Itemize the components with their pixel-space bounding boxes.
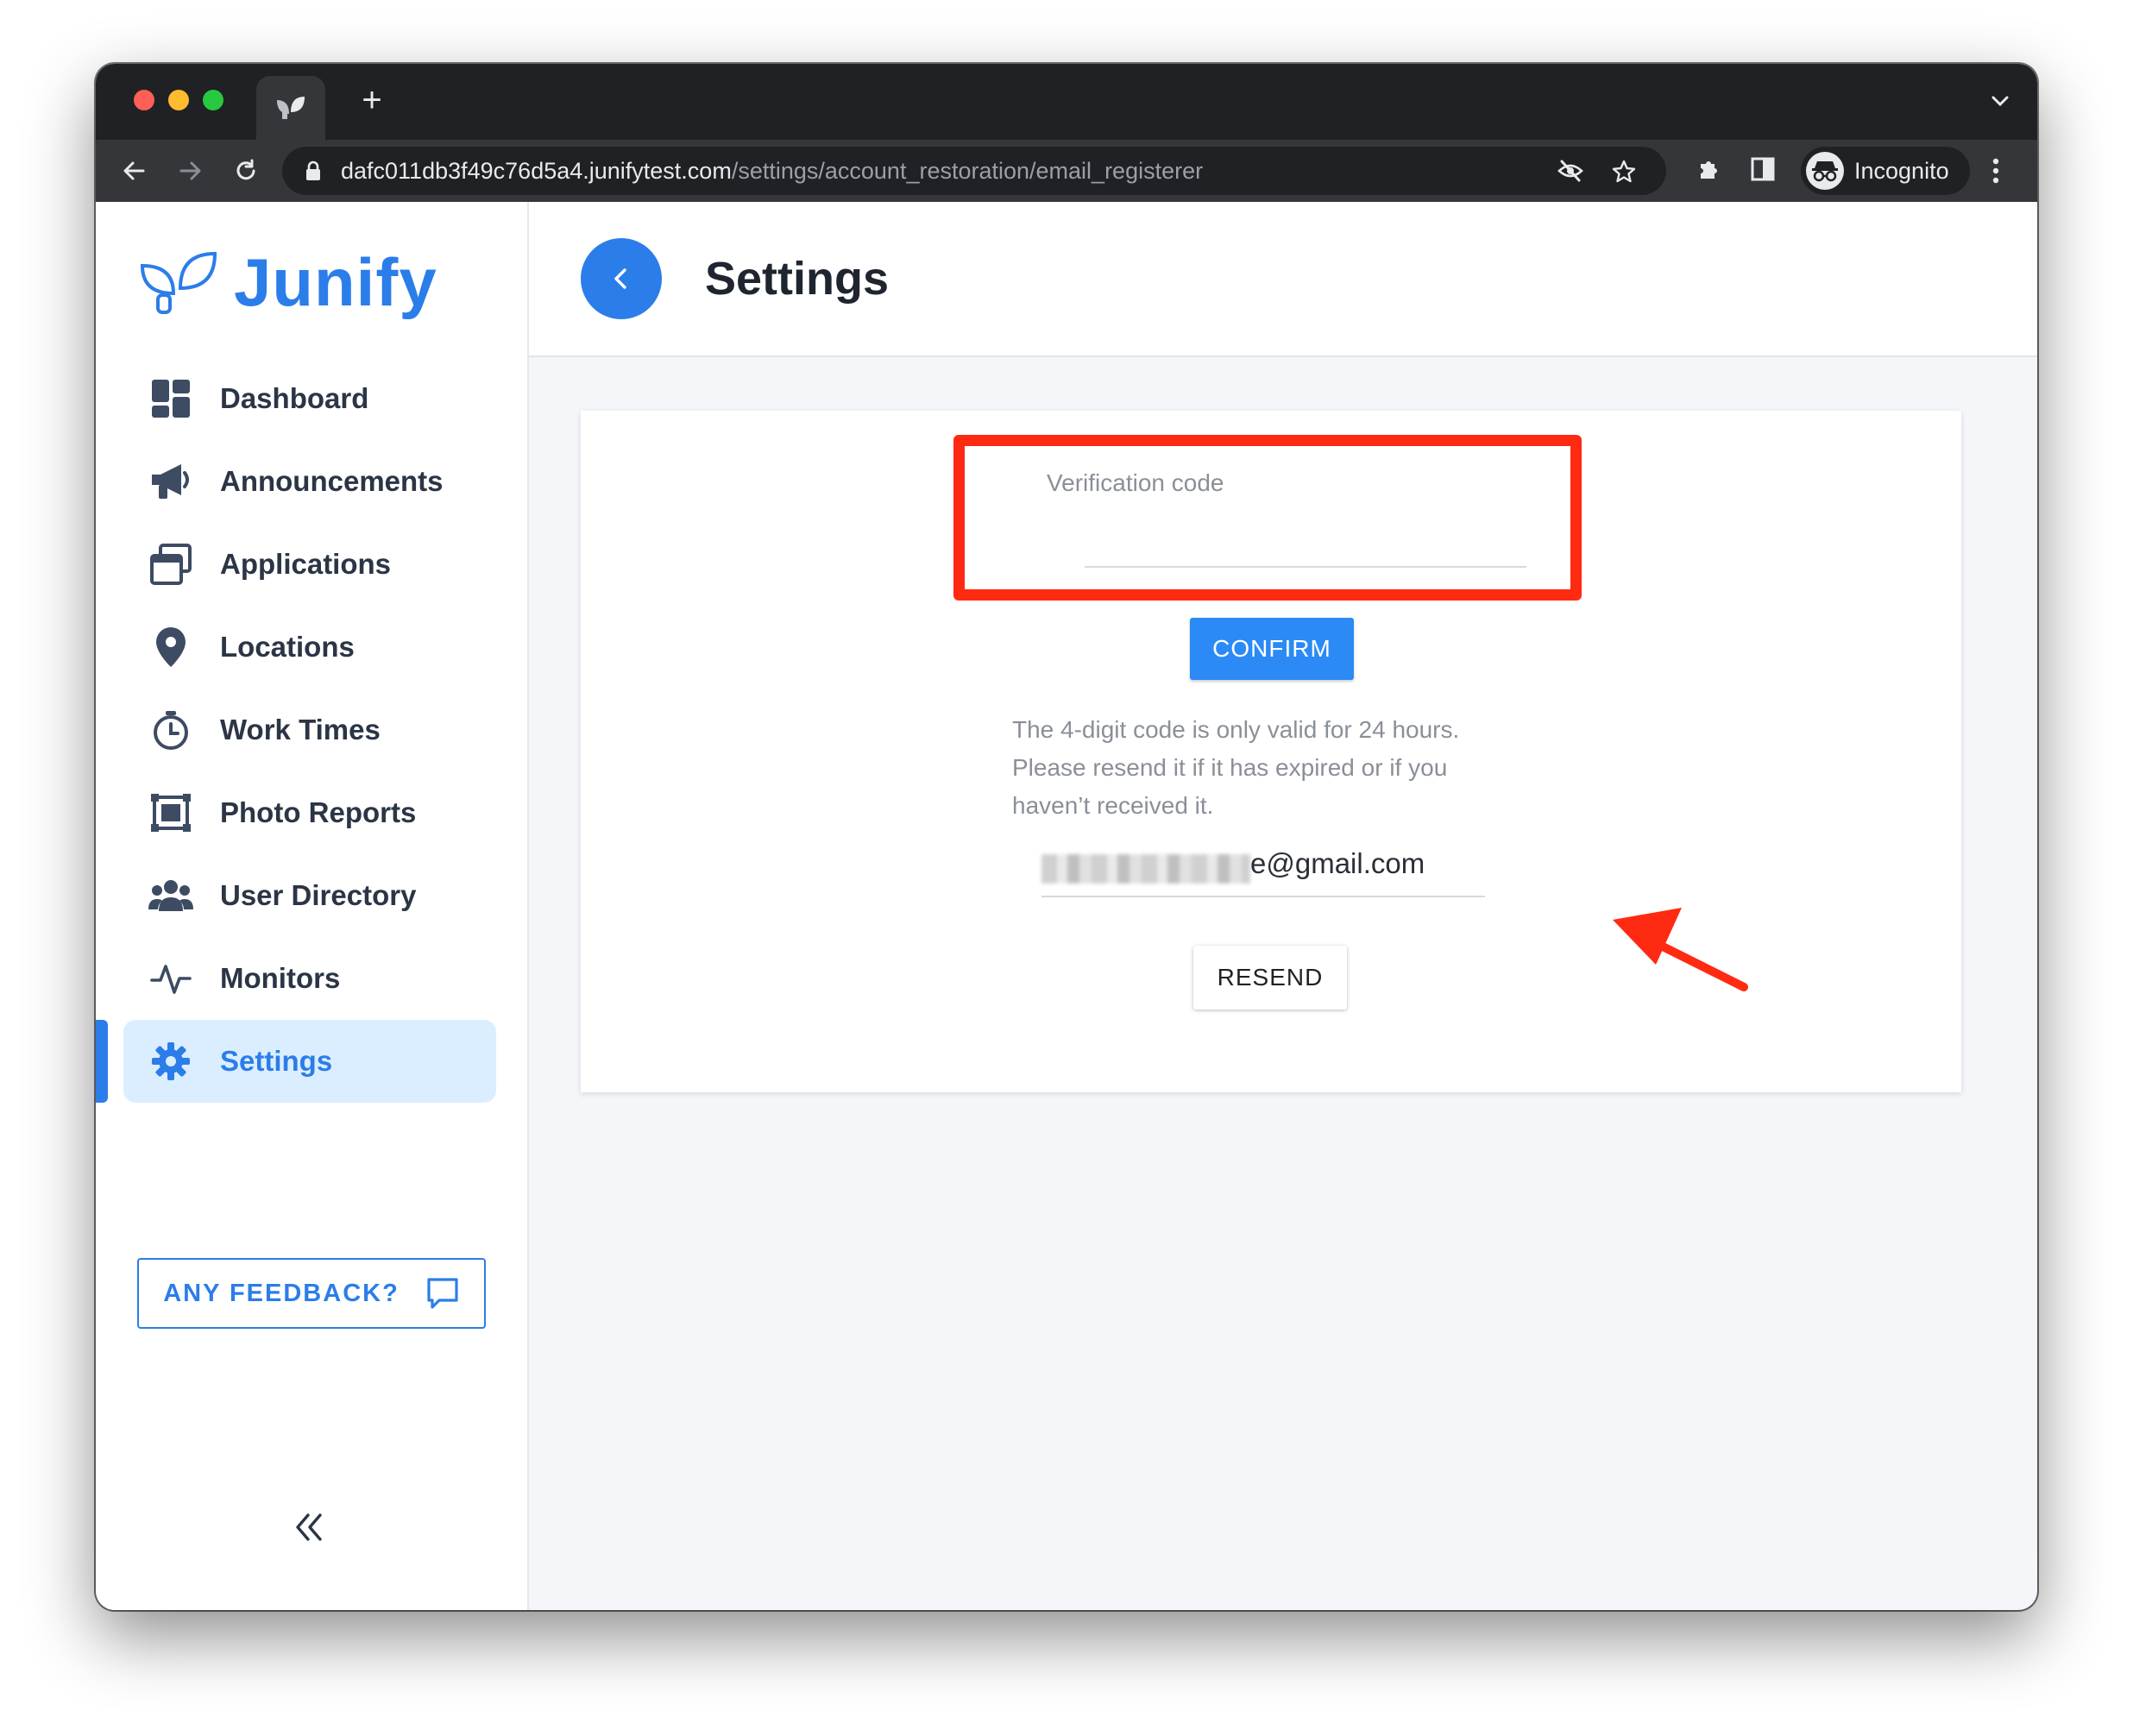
double-chevron-left-icon xyxy=(296,1513,322,1541)
bookmark-star-icon[interactable] xyxy=(1611,159,1637,185)
extensions-puzzle-icon[interactable] xyxy=(1696,155,1723,183)
arrow-right-icon xyxy=(179,161,201,180)
page-title: Settings xyxy=(705,253,890,305)
sidebar-item-dashboard[interactable]: Dashboard xyxy=(123,357,496,440)
address-bar[interactable]: dafc011db3f49c76d5a4.junifytest.com/sett… xyxy=(282,147,1666,195)
feedback-label: ANY FEEDBACK? xyxy=(163,1279,400,1307)
confirm-button[interactable]: CONFIRM xyxy=(1190,618,1354,680)
sidebar-item-label: Applications xyxy=(220,548,392,580)
pulse-icon xyxy=(148,955,194,1002)
sidebar: Junify Dashboard Announcements Applicati… xyxy=(96,202,529,1610)
chat-bubble-icon xyxy=(427,1278,458,1309)
junify-favicon-icon xyxy=(277,97,305,119)
feedback-button[interactable]: ANY FEEDBACK? xyxy=(137,1258,486,1329)
sidebar-item-label: Photo Reports xyxy=(220,796,417,828)
active-indicator xyxy=(96,1020,108,1103)
tab-search-chevron-icon[interactable] xyxy=(1989,90,2011,112)
collapse-sidebar-button[interactable] xyxy=(293,1510,327,1549)
sidebar-item-label: User Directory xyxy=(220,879,417,911)
page-header: Settings xyxy=(529,202,2037,357)
reload-icon xyxy=(236,159,255,180)
url-path: /settings/account_restoration/email_regi… xyxy=(731,158,1204,184)
sidebar-item-locations[interactable]: Locations xyxy=(123,606,496,689)
sidebar-item-label: Settings xyxy=(220,1045,333,1077)
sidebar-item-label: Locations xyxy=(220,631,355,663)
browser-tab[interactable] xyxy=(256,76,325,140)
close-window-button[interactable] xyxy=(134,90,154,110)
email-underline xyxy=(1041,896,1485,897)
gear-icon xyxy=(148,1038,194,1085)
incognito-label: Incognito xyxy=(1854,158,1949,184)
map-pin-icon xyxy=(148,624,194,670)
junify-leaf-logo-icon xyxy=(140,251,217,314)
page: Junify Dashboard Announcements Applicati… xyxy=(96,202,2037,1610)
email-field[interactable]: e@gmail.com xyxy=(1041,842,1485,897)
url-host: dafc011db3f49c76d5a4.junifytest.com xyxy=(341,158,732,184)
sidebar-item-announcements[interactable]: Announcements xyxy=(123,440,496,523)
forward-nav-button[interactable] xyxy=(173,154,208,188)
sidebar-item-label: Dashboard xyxy=(220,382,369,414)
side-panel-icon[interactable] xyxy=(1749,155,1777,183)
sidebar-item-user-directory[interactable]: User Directory xyxy=(123,854,496,937)
windows-icon xyxy=(148,541,194,588)
chevron-left-icon xyxy=(614,268,626,289)
annotation-arrow-icon xyxy=(1613,908,1748,991)
email-value: e@gmail.com xyxy=(1250,847,1425,879)
new-tab-button[interactable]: + xyxy=(351,79,393,121)
eye-off-icon[interactable] xyxy=(1557,159,1583,183)
maximize-window-button[interactable] xyxy=(203,90,223,110)
back-nav-button[interactable] xyxy=(116,154,151,188)
url-text: dafc011db3f49c76d5a4.junifytest.com/sett… xyxy=(341,147,1203,195)
reload-button[interactable] xyxy=(229,154,263,188)
verification-card: Verification code CONFIRM The 4-digit co… xyxy=(581,411,1961,1092)
sidebar-item-label: Monitors xyxy=(220,962,341,994)
brand-logo[interactable]: Junify xyxy=(139,243,437,321)
browser-menu-icon[interactable] xyxy=(1987,152,2004,190)
browser-window: + dafc011db3f49c76d5a4.junifytest.com/se… xyxy=(96,64,2037,1610)
back-button[interactable] xyxy=(581,238,662,319)
brand-name: Junify xyxy=(234,244,437,320)
incognito-avatar xyxy=(1806,152,1844,190)
annotation-highlight-box xyxy=(953,435,1582,601)
incognito-spy-icon xyxy=(1812,161,1838,182)
sidebar-item-label: Work Times xyxy=(220,714,381,745)
browser-toolbar: dafc011db3f49c76d5a4.junifytest.com/sett… xyxy=(96,140,2037,202)
megaphone-icon xyxy=(148,458,194,505)
email-redacted-part xyxy=(1041,854,1250,884)
users-icon xyxy=(148,872,194,919)
resend-button[interactable]: RESEND xyxy=(1193,946,1347,1010)
sidebar-item-settings[interactable]: Settings xyxy=(123,1020,496,1103)
sidebar-item-work-times[interactable]: Work Times xyxy=(123,689,496,771)
stopwatch-icon xyxy=(148,707,194,753)
sidebar-item-photo-reports[interactable]: Photo Reports xyxy=(123,771,496,854)
browser-titlebar: + xyxy=(96,64,2037,140)
minimize-window-button[interactable] xyxy=(168,90,189,110)
photo-frame-icon xyxy=(148,789,194,836)
code-validity-hint: The 4-digit code is only valid for 24 ho… xyxy=(1012,716,1460,819)
sidebar-item-label: Announcements xyxy=(220,465,444,497)
sidebar-item-monitors[interactable]: Monitors xyxy=(123,937,496,1020)
incognito-profile-button[interactable]: Incognito xyxy=(1801,147,1970,195)
lock-icon xyxy=(306,160,320,180)
sidebar-item-applications[interactable]: Applications xyxy=(123,523,496,606)
arrow-left-icon xyxy=(123,161,145,180)
dashboard-icon xyxy=(148,375,194,422)
